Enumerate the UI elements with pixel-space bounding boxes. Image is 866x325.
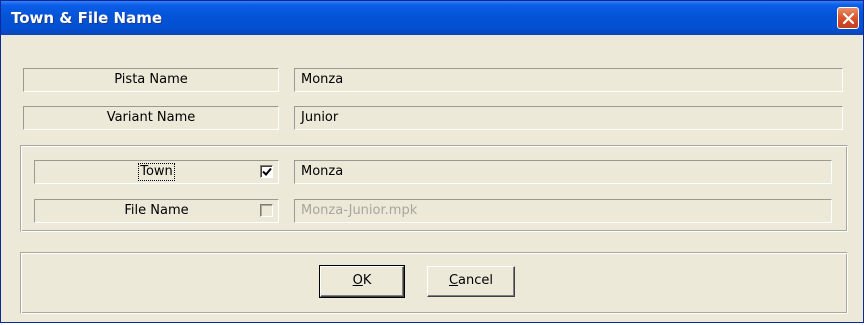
variant-name-field[interactable]: Junior (294, 106, 843, 130)
town-field[interactable]: Monza (294, 160, 832, 184)
town-label-text: Town (138, 163, 175, 181)
ok-button-label: OK (352, 273, 372, 288)
cancel-button-label: Cancel (448, 273, 494, 288)
town-checkbox[interactable] (260, 165, 273, 178)
cancel-button[interactable]: Cancel (427, 266, 515, 297)
pista-name-field[interactable]: Monza (294, 68, 843, 92)
checkmark-icon (262, 167, 272, 176)
file-name-label: File Name (34, 199, 279, 223)
close-icon (842, 12, 855, 25)
town-label: Town (34, 160, 279, 184)
variant-name-label: Variant Name (23, 106, 279, 130)
dialog-window: Town & File Name Pista Name Monza Varian… (0, 0, 864, 323)
file-name-checkbox[interactable] (260, 204, 273, 217)
window-title: Town & File Name (11, 9, 163, 27)
ok-button[interactable]: OK (319, 265, 405, 298)
close-button[interactable] (837, 7, 859, 29)
title-bar[interactable]: Town & File Name (1, 1, 863, 35)
file-name-field[interactable]: Monza-Junior.mpk (294, 199, 832, 223)
pista-name-label: Pista Name (23, 68, 279, 92)
